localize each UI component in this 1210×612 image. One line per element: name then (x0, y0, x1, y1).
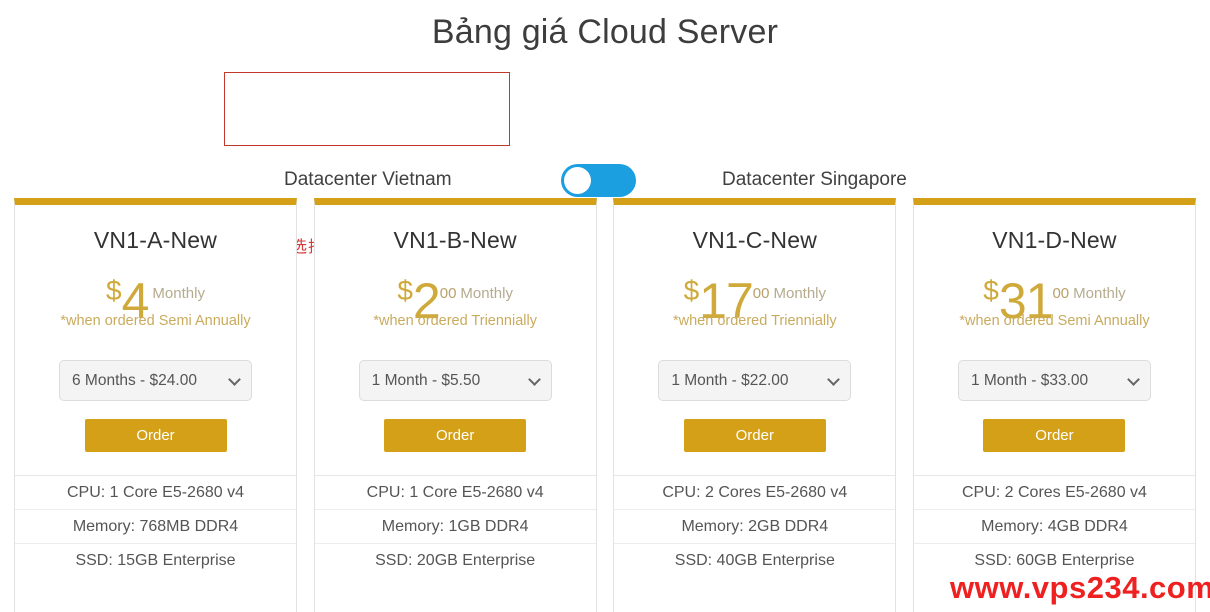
order-button[interactable]: Order (384, 419, 527, 452)
spec-list: CPU: 2 Cores E5-2680 v4 Memory: 4GB DDR4 S… (913, 475, 1195, 578)
spec-item: CPU: 1 Core E5-2680 v4 (314, 476, 596, 510)
order-button[interactable]: Order (983, 419, 1126, 452)
billing-cycle-select[interactable]: 6 Months - $24.00 (59, 360, 252, 401)
order-button-wrap: Order (315, 419, 596, 452)
price-note: *when ordered Semi Annually (60, 313, 251, 329)
datacenter-switcher: Datacenter Vietnam Datacenter Singapore … (0, 66, 1210, 256)
datacenter-toggle[interactable] (561, 164, 636, 197)
price-block: $3100 Monthly *when ordered Semi Annually (914, 276, 1195, 350)
plan-name: VN1-C-New (692, 227, 818, 253)
spec-item: SSD: 60GB Enterprise (974, 552, 1135, 569)
spec-item: CPU: 2 Cores E5-2680 v4 (913, 476, 1195, 510)
billing-cycle-wrap: 1 Month - $22.00 (614, 360, 895, 401)
spec-list: CPU: 1 Core E5-2680 v4 Memory: 1GB DDR4 SS… (314, 475, 596, 578)
price-block: $4 Monthly *when ordered Semi Annually (15, 276, 296, 350)
spec-item: SSD: 15GB Enterprise (75, 552, 236, 569)
currency-symbol: $ (397, 275, 413, 306)
order-button-wrap: Order (614, 419, 895, 452)
price-note: *when ordered Triennially (673, 313, 837, 329)
billing-cycle-select[interactable]: 1 Month - $33.00 (957, 360, 1151, 401)
billing-cycle-wrap: 6 Months - $24.00 (15, 360, 296, 401)
spec-item: Memory: 2GB DDR4 (614, 510, 896, 544)
card-header: VN1-B-New (315, 205, 596, 254)
billing-cycle-wrap: 1 Month - $33.00 (914, 360, 1195, 401)
price-note: *when ordered Triennially (373, 313, 537, 329)
datacenter-vietnam-label[interactable]: Datacenter Vietnam (284, 169, 452, 191)
vietnam-annotation-box (224, 72, 510, 146)
spec-item: Memory: 4GB DDR4 (913, 510, 1195, 544)
pricing-card: VN1-D-New $3100 Monthly *when ordered Sem… (912, 198, 1196, 612)
billing-period-label: Monthly (152, 285, 205, 302)
toggle-knob (564, 167, 591, 194)
billing-cycle-wrap: 1 Month - $5.50 (315, 360, 596, 401)
pricing-cards: VN1-A-New $4 Monthly *when ordered Semi A… (0, 198, 1210, 612)
spec-list: CPU: 1 Core E5-2680 v4 Memory: 768MB DDR4… (15, 475, 296, 578)
price-cents: 00 (439, 285, 457, 302)
spec-item: SSD: 40GB Enterprise (674, 552, 835, 569)
pricing-card: VN1-C-New $1700 Monthly *when ordered Tri… (613, 198, 897, 612)
page-title: Bảng giá Cloud Server (431, 13, 779, 51)
spec-list: CPU: 2 Cores E5-2680 v4 Memory: 2GB DDR4 S… (614, 475, 896, 578)
billing-period-label: Monthly (460, 285, 513, 302)
price-note: *when ordered Semi Annually (959, 313, 1150, 329)
spec-item: Memory: 1GB DDR4 (314, 510, 596, 544)
order-button[interactable]: Order (84, 419, 227, 452)
billing-cycle-select[interactable]: 1 Month - $22.00 (658, 360, 852, 401)
order-button-wrap: Order (914, 419, 1195, 452)
spec-item: Memory: 768MB DDR4 (15, 510, 296, 544)
plan-name: VN1-A-New (93, 227, 218, 253)
card-header: VN1-C-New (614, 205, 895, 254)
price-block: $200 Monthly *when ordered Triennially (315, 276, 596, 350)
billing-cycle-select[interactable]: 1 Month - $5.50 (358, 360, 552, 401)
currency-symbol: $ (683, 275, 700, 306)
billing-period-label: Monthly (773, 285, 827, 302)
price-block: $1700 Monthly *when ordered Triennially (614, 276, 895, 350)
price-cents: 00 (752, 285, 770, 302)
plan-name: VN1-D-New (992, 227, 1117, 253)
pricing-card: VN1-A-New $4 Monthly *when ordered Semi A… (14, 198, 297, 612)
order-button[interactable]: Order (683, 419, 826, 452)
price-cents: 00 (1052, 285, 1070, 302)
spec-item: CPU: 1 Core E5-2680 v4 (15, 476, 296, 510)
spec-item: SSD: 20GB Enterprise (375, 552, 536, 569)
plan-name: VN1-B-New (393, 227, 517, 253)
card-header: VN1-A-New (15, 205, 296, 254)
datacenter-singapore-label[interactable]: Datacenter Singapore (722, 169, 907, 191)
currency-symbol: $ (983, 275, 999, 306)
billing-period-label: Monthly (1073, 285, 1126, 302)
spec-item: CPU: 2 Cores E5-2680 v4 (614, 476, 896, 510)
order-button-wrap: Order (15, 419, 296, 452)
card-header: VN1-D-New (914, 205, 1195, 254)
pricing-card: VN1-B-New $200 Monthly *when ordered Trie… (313, 198, 597, 612)
currency-symbol: $ (106, 275, 122, 306)
